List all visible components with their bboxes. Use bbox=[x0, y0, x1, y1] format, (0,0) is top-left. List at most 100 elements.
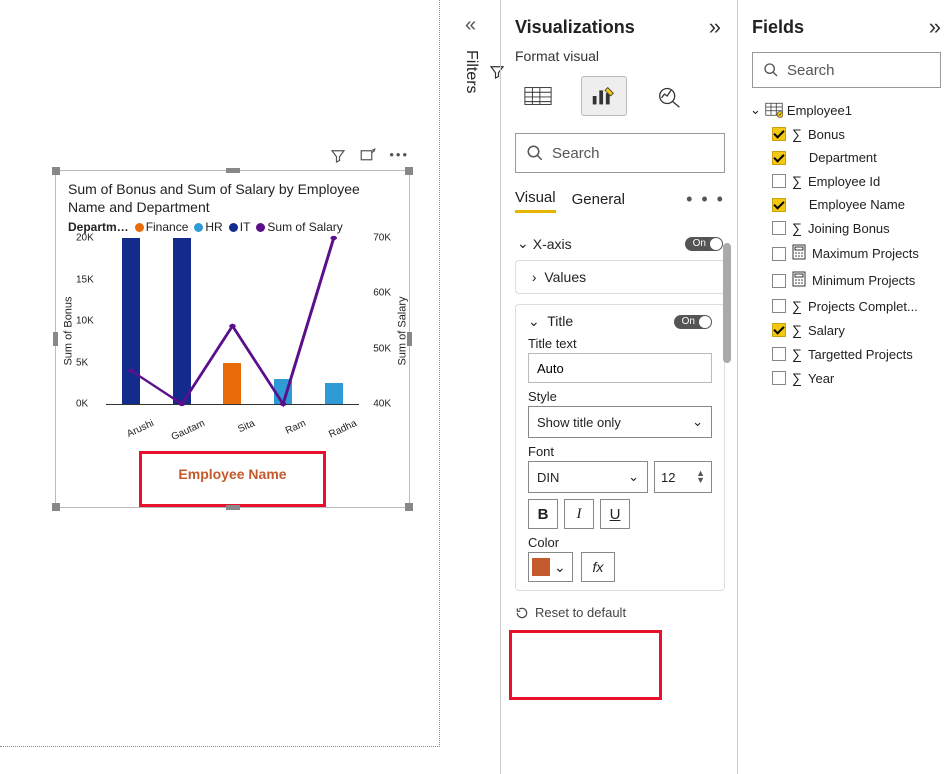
fields-search-input[interactable]: Search bbox=[752, 52, 941, 88]
field-checkbox[interactable] bbox=[772, 174, 786, 188]
tabs-more-icon[interactable]: • • • bbox=[686, 189, 725, 210]
ytick: 10K bbox=[76, 316, 94, 327]
ytick: 50K bbox=[373, 343, 391, 354]
field-checkbox[interactable] bbox=[772, 151, 786, 165]
chart-title: Sum of Bonus and Sum of Salary by Employ… bbox=[56, 171, 409, 218]
field-item[interactable]: ∑Joining Bonus bbox=[738, 216, 951, 240]
field-checkbox[interactable] bbox=[772, 127, 786, 141]
x-axis-title: Employee Name bbox=[178, 466, 286, 482]
fields-table-row[interactable]: ⌄ Employee1 bbox=[738, 98, 951, 122]
field-checkbox[interactable] bbox=[772, 198, 786, 212]
toggle-label: On bbox=[693, 238, 706, 249]
legend-item: Sum of Salary bbox=[267, 220, 342, 234]
table-icon bbox=[765, 102, 783, 118]
xtick: Radha bbox=[317, 418, 358, 445]
field-label: Bonus bbox=[808, 127, 845, 142]
field-label: Employee Id bbox=[808, 174, 880, 189]
resize-handle[interactable] bbox=[226, 505, 240, 510]
field-item[interactable]: ∑Targetted Projects bbox=[738, 342, 951, 366]
field-label: Targetted Projects bbox=[808, 347, 913, 362]
select-font-family[interactable]: DIN ⌄ bbox=[528, 461, 648, 493]
tab-general[interactable]: General bbox=[572, 187, 625, 212]
color-swatch-icon bbox=[532, 558, 550, 576]
reset-to-default[interactable]: Reset to default bbox=[515, 605, 725, 620]
ytick: 0K bbox=[76, 399, 88, 410]
sigma-icon: ∑ bbox=[792, 322, 802, 338]
resize-handle[interactable] bbox=[405, 167, 413, 175]
build-visual-tab-icon[interactable] bbox=[515, 76, 561, 116]
calculator-icon bbox=[792, 271, 806, 290]
toggle-label: On bbox=[682, 316, 695, 327]
focus-mode-icon[interactable] bbox=[359, 147, 377, 168]
field-checkbox[interactable] bbox=[772, 299, 786, 313]
field-item[interactable]: Maximum Projects bbox=[738, 240, 951, 267]
chevron-down-icon: ⌄ bbox=[750, 102, 761, 118]
annotation-highlight-color bbox=[509, 630, 662, 700]
label-color: Color bbox=[528, 535, 712, 550]
input-title-text[interactable] bbox=[528, 353, 712, 383]
subgroup-values[interactable]: › Values bbox=[515, 260, 725, 294]
field-item[interactable]: Employee Name bbox=[738, 193, 951, 216]
select-value: DIN bbox=[537, 470, 559, 485]
expand-pane-icon[interactable]: » bbox=[929, 14, 941, 40]
blank-icon bbox=[792, 197, 803, 212]
field-checkbox[interactable] bbox=[772, 323, 786, 337]
viz-scrollbar[interactable] bbox=[723, 243, 731, 613]
toggle-title[interactable]: On bbox=[674, 315, 712, 329]
field-item[interactable]: Department bbox=[738, 146, 951, 169]
resize-handle[interactable] bbox=[405, 503, 413, 511]
color-fx-button[interactable]: fx bbox=[581, 552, 615, 582]
label-style: Style bbox=[528, 389, 712, 404]
underline-button[interactable]: U bbox=[600, 499, 630, 529]
analytics-tab-icon[interactable] bbox=[647, 76, 693, 116]
filter-icon[interactable] bbox=[329, 147, 347, 168]
field-checkbox[interactable] bbox=[772, 371, 786, 385]
field-item[interactable]: ∑Salary bbox=[738, 318, 951, 342]
viz-search-input[interactable]: Search bbox=[515, 133, 725, 173]
field-item[interactable]: ∑Bonus bbox=[738, 122, 951, 146]
field-item[interactable]: ∑Employee Id bbox=[738, 169, 951, 193]
subgroup-title-header[interactable]: ⌄ Title On bbox=[528, 313, 712, 330]
field-item[interactable]: Minimum Projects bbox=[738, 267, 951, 294]
legend-item: IT bbox=[240, 220, 251, 234]
field-item[interactable]: ∑Projects Complet... bbox=[738, 294, 951, 318]
report-canvas[interactable]: ••• Sum of Bonus and Sum of Salary by Em… bbox=[0, 0, 440, 747]
toggle-x-axis[interactable]: On bbox=[685, 237, 723, 251]
bold-button[interactable]: B bbox=[528, 499, 558, 529]
subgroup-title: ⌄ Title On Title text Style Show title o… bbox=[515, 304, 725, 591]
resize-handle[interactable] bbox=[52, 503, 60, 511]
resize-handle[interactable] bbox=[52, 167, 60, 175]
viz-pane-subtitle: Format visual bbox=[501, 48, 735, 72]
resize-handle[interactable] bbox=[53, 332, 58, 346]
field-checkbox[interactable] bbox=[772, 247, 786, 261]
color-picker[interactable]: ⌄ bbox=[528, 552, 573, 582]
legend-swatch-salary bbox=[256, 223, 265, 232]
expand-pane-icon[interactable]: » bbox=[709, 14, 721, 40]
font-size-value: 12 bbox=[661, 470, 675, 485]
input-font-size[interactable]: 12 ▲▼ bbox=[654, 461, 712, 493]
format-visual-tab-icon[interactable] bbox=[581, 76, 627, 116]
chevron-right-icon: › bbox=[532, 269, 537, 285]
field-label: Joining Bonus bbox=[808, 221, 890, 236]
reset-label: Reset to default bbox=[535, 605, 626, 620]
group-x-axis[interactable]: ⌄ X-axis On bbox=[515, 227, 725, 260]
legend-item: Finance bbox=[146, 220, 189, 234]
collapse-panes-icon[interactable]: « bbox=[465, 14, 476, 37]
field-checkbox[interactable] bbox=[772, 274, 786, 288]
xtick: Ram bbox=[267, 418, 308, 445]
field-checkbox[interactable] bbox=[772, 221, 786, 235]
resize-handle[interactable] bbox=[226, 168, 240, 173]
more-options-icon[interactable]: ••• bbox=[389, 147, 409, 168]
tab-visual[interactable]: Visual bbox=[515, 185, 556, 213]
field-item[interactable]: ∑Year bbox=[738, 366, 951, 390]
ytick: 15K bbox=[76, 274, 94, 285]
search-icon bbox=[526, 144, 544, 162]
italic-button[interactable]: I bbox=[564, 499, 594, 529]
select-style[interactable]: Show title only ⌄ bbox=[528, 406, 712, 438]
step-down-icon[interactable]: ▼ bbox=[696, 477, 705, 484]
field-checkbox[interactable] bbox=[772, 347, 786, 361]
chart-visual-container[interactable]: ••• Sum of Bonus and Sum of Salary by Em… bbox=[55, 170, 410, 508]
chevron-down-icon: ⌄ bbox=[554, 559, 566, 576]
field-label: Year bbox=[808, 371, 834, 386]
xtick: Arushi bbox=[115, 418, 156, 445]
